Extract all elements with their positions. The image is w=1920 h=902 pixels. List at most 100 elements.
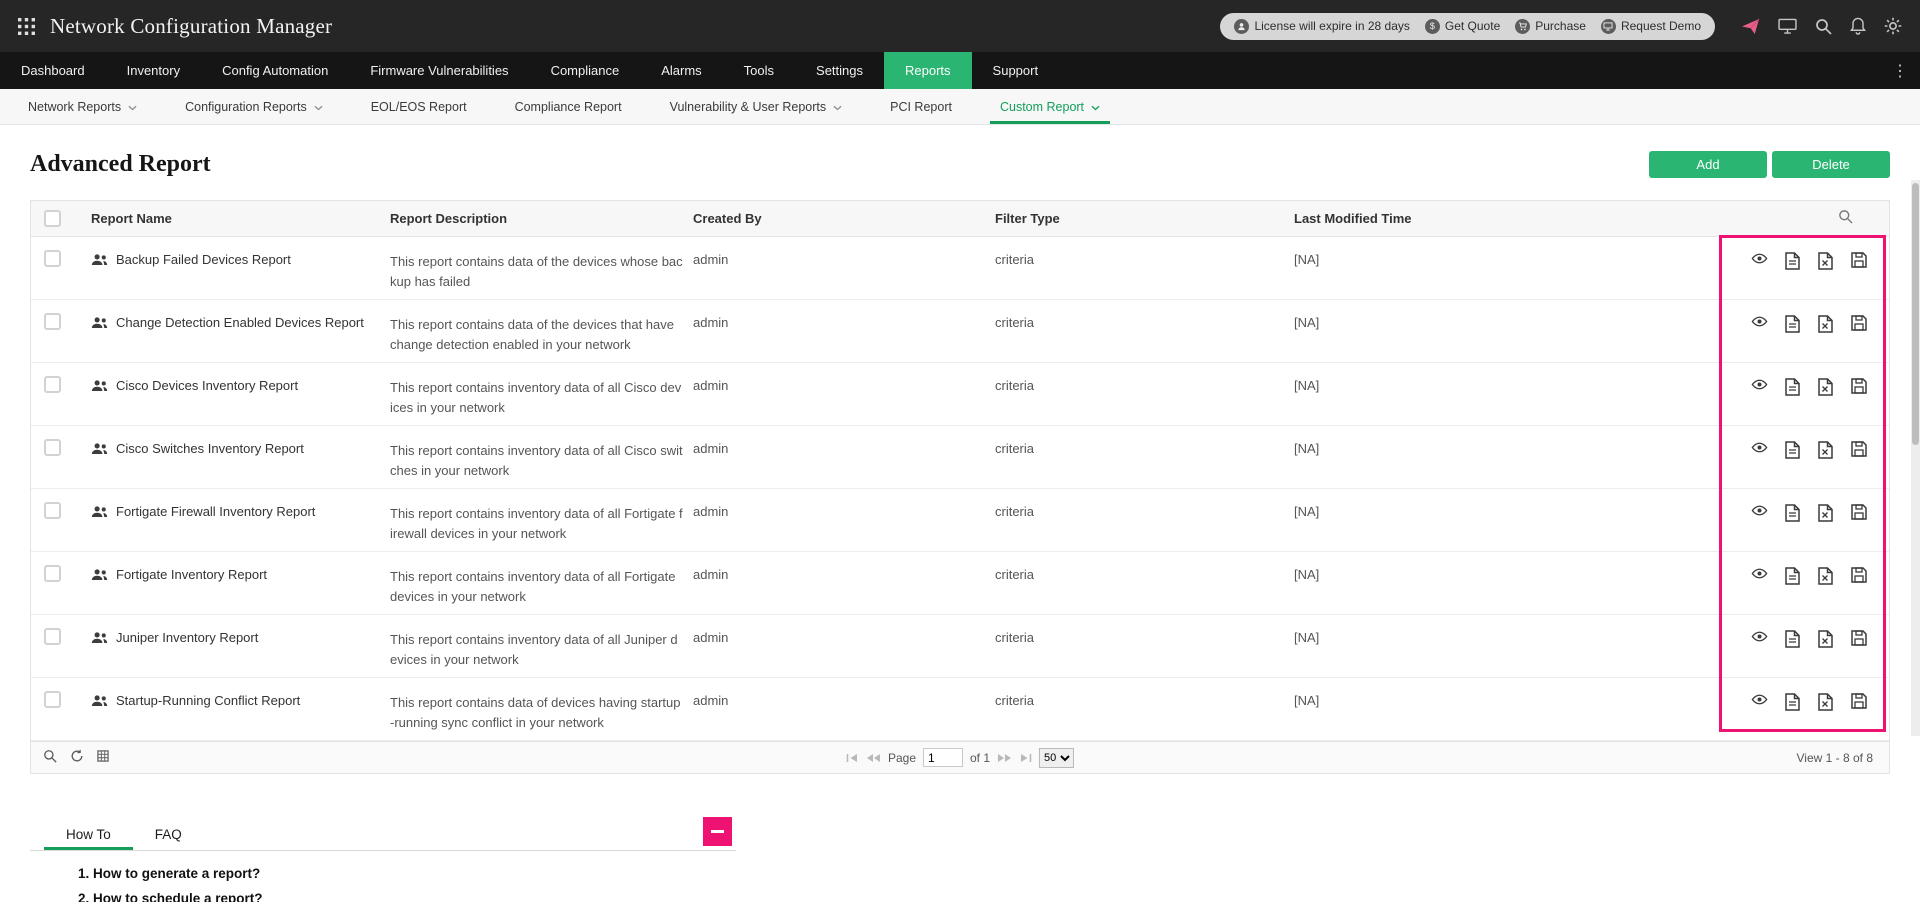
prev-page-icon[interactable] bbox=[866, 753, 881, 763]
row-checkbox[interactable] bbox=[44, 628, 61, 645]
export-pdf-icon[interactable] bbox=[1784, 567, 1801, 585]
row-checkbox[interactable] bbox=[44, 439, 61, 456]
help-tab[interactable]: How To bbox=[44, 818, 133, 850]
export-xls-icon[interactable] bbox=[1817, 567, 1834, 585]
report-name[interactable]: Startup-Running Conflict Report bbox=[116, 693, 300, 708]
subnav-item[interactable]: Custom Report bbox=[976, 89, 1124, 124]
report-name[interactable]: Cisco Devices Inventory Report bbox=[116, 378, 298, 393]
export-pdf-icon[interactable] bbox=[1784, 378, 1801, 396]
view-report-icon[interactable] bbox=[1751, 378, 1768, 396]
nav-item[interactable]: Reports bbox=[884, 52, 972, 89]
export-xls-icon[interactable] bbox=[1817, 630, 1834, 648]
export-pdf-icon[interactable] bbox=[1784, 693, 1801, 711]
first-page-icon[interactable] bbox=[846, 753, 859, 763]
subnav-item[interactable]: Network Reports bbox=[4, 89, 161, 124]
view-report-icon[interactable] bbox=[1751, 630, 1768, 648]
settings-gear-icon[interactable] bbox=[1884, 17, 1902, 35]
nav-item[interactable]: Tools bbox=[723, 52, 795, 89]
add-button[interactable]: Add bbox=[1649, 151, 1767, 178]
export-csv-icon[interactable] bbox=[1850, 252, 1867, 270]
select-all-checkbox[interactable] bbox=[44, 210, 61, 227]
view-report-icon[interactable] bbox=[1751, 315, 1768, 333]
report-name[interactable]: Fortigate Inventory Report bbox=[116, 567, 267, 582]
nav-item[interactable]: Config Automation bbox=[201, 52, 349, 89]
column-report-name[interactable]: Report Name bbox=[91, 211, 390, 226]
subnav-item[interactable]: EOL/EOS Report bbox=[347, 89, 491, 124]
export-csv-icon[interactable] bbox=[1850, 693, 1867, 711]
column-report-description[interactable]: Report Description bbox=[390, 211, 693, 226]
export-xls-icon[interactable] bbox=[1817, 693, 1834, 711]
nav-item[interactable]: Alarms bbox=[640, 52, 722, 89]
report-name[interactable]: Change Detection Enabled Devices Report bbox=[116, 315, 364, 330]
export-csv-icon[interactable] bbox=[1850, 441, 1867, 459]
table-row: Change Detection Enabled Devices Report … bbox=[31, 300, 1889, 363]
column-created-by[interactable]: Created By bbox=[693, 211, 995, 226]
refresh-icon[interactable] bbox=[70, 749, 84, 766]
subnav-item[interactable]: Vulnerability & User Reports bbox=[646, 89, 867, 124]
report-name[interactable]: Fortigate Firewall Inventory Report bbox=[116, 504, 315, 519]
get-quote-button[interactable]: $ Get Quote bbox=[1424, 18, 1500, 34]
nav-item[interactable]: Dashboard bbox=[0, 52, 106, 89]
apps-grid-icon[interactable] bbox=[18, 17, 35, 35]
scrollbar-thumb[interactable] bbox=[1912, 183, 1919, 445]
row-checkbox[interactable] bbox=[44, 502, 61, 519]
delete-button[interactable]: Delete bbox=[1772, 151, 1890, 178]
table-footer-search-icon[interactable] bbox=[43, 749, 57, 766]
page-number-input[interactable] bbox=[923, 748, 964, 767]
row-checkbox[interactable] bbox=[44, 376, 61, 393]
notifications-bell-icon[interactable] bbox=[1850, 17, 1866, 35]
export-xls-icon[interactable] bbox=[1817, 504, 1834, 522]
table-search-icon[interactable] bbox=[1838, 209, 1853, 229]
collapse-help-button[interactable] bbox=[703, 817, 732, 846]
page-size-select[interactable]: 50 bbox=[1039, 747, 1075, 768]
purchase-button[interactable]: Purchase bbox=[1515, 18, 1586, 34]
nav-item[interactable]: Settings bbox=[795, 52, 884, 89]
export-pdf-icon[interactable] bbox=[1784, 441, 1801, 459]
help-question-link[interactable]: 1. How to generate a report? bbox=[78, 865, 1890, 882]
request-demo-button[interactable]: Request Demo bbox=[1600, 18, 1701, 34]
view-report-icon[interactable] bbox=[1751, 504, 1768, 522]
more-options-icon[interactable]: ⋮ bbox=[1880, 52, 1920, 89]
subnav-item[interactable]: Compliance Report bbox=[491, 89, 646, 124]
send-feedback-icon[interactable] bbox=[1741, 18, 1760, 35]
column-chooser-icon[interactable] bbox=[97, 750, 109, 765]
export-pdf-icon[interactable] bbox=[1784, 504, 1801, 522]
export-csv-icon[interactable] bbox=[1850, 315, 1867, 333]
subnav-item[interactable]: Configuration Reports bbox=[161, 89, 347, 124]
view-report-icon[interactable] bbox=[1751, 567, 1768, 585]
last-page-icon[interactable] bbox=[1019, 753, 1032, 763]
row-checkbox[interactable] bbox=[44, 565, 61, 582]
export-pdf-icon[interactable] bbox=[1784, 252, 1801, 270]
nav-item[interactable]: Firmware Vulnerabilities bbox=[349, 52, 529, 89]
export-csv-icon[interactable] bbox=[1850, 378, 1867, 396]
subnav-item[interactable]: PCI Report bbox=[866, 89, 976, 124]
view-report-icon[interactable] bbox=[1751, 252, 1768, 270]
export-csv-icon[interactable] bbox=[1850, 630, 1867, 648]
nav-item[interactable]: Inventory bbox=[106, 52, 201, 89]
export-xls-icon[interactable] bbox=[1817, 315, 1834, 333]
report-name[interactable]: Backup Failed Devices Report bbox=[116, 252, 291, 267]
column-filter-type[interactable]: Filter Type bbox=[995, 211, 1294, 226]
report-name[interactable]: Juniper Inventory Report bbox=[116, 630, 258, 645]
help-question-link[interactable]: 2. How to schedule a report? bbox=[78, 890, 1890, 902]
column-last-modified[interactable]: Last Modified Time bbox=[1294, 211, 1719, 226]
demo-screen-icon[interactable] bbox=[1778, 18, 1797, 34]
nav-item[interactable]: Support bbox=[972, 52, 1060, 89]
row-checkbox[interactable] bbox=[44, 313, 61, 330]
view-report-icon[interactable] bbox=[1751, 693, 1768, 711]
next-page-icon[interactable] bbox=[997, 753, 1012, 763]
nav-item[interactable]: Compliance bbox=[530, 52, 641, 89]
export-xls-icon[interactable] bbox=[1817, 441, 1834, 459]
row-checkbox[interactable] bbox=[44, 691, 61, 708]
export-pdf-icon[interactable] bbox=[1784, 315, 1801, 333]
export-xls-icon[interactable] bbox=[1817, 378, 1834, 396]
help-tab[interactable]: FAQ bbox=[133, 818, 204, 850]
report-name[interactable]: Cisco Switches Inventory Report bbox=[116, 441, 304, 456]
export-pdf-icon[interactable] bbox=[1784, 630, 1801, 648]
view-report-icon[interactable] bbox=[1751, 441, 1768, 459]
export-csv-icon[interactable] bbox=[1850, 567, 1867, 585]
row-checkbox[interactable] bbox=[44, 250, 61, 267]
export-xls-icon[interactable] bbox=[1817, 252, 1834, 270]
export-csv-icon[interactable] bbox=[1850, 504, 1867, 522]
search-icon[interactable] bbox=[1815, 18, 1832, 35]
